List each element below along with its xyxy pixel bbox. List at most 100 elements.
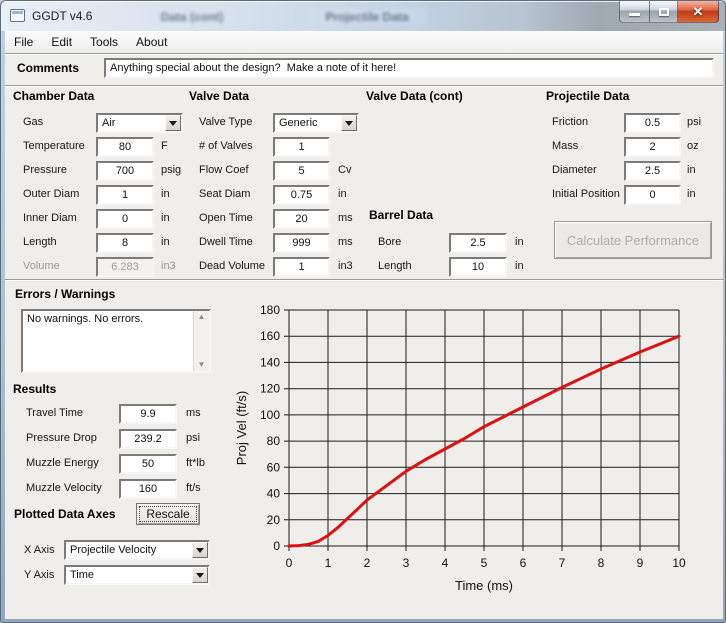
svg-text:5: 5 — [481, 556, 488, 570]
menu-file[interactable]: File — [5, 31, 42, 52]
maximize-button[interactable] — [649, 1, 678, 23]
x-axis-select[interactable]: Projectile Velocity — [64, 540, 210, 560]
scroll-down-icon[interactable]: ▼ — [198, 361, 206, 369]
rescale-button[interactable]: Rescale — [136, 503, 200, 525]
gas-label: Gas — [23, 116, 43, 128]
svg-text:80: 80 — [267, 434, 281, 448]
scrollbar[interactable]: ▲ ▼ — [193, 311, 209, 371]
dead-volume-input[interactable] — [273, 257, 330, 277]
svg-text:100: 100 — [260, 408, 280, 422]
open-time-unit: ms — [338, 212, 353, 224]
friction-input[interactable] — [624, 113, 681, 133]
friction-label: Friction — [552, 116, 588, 128]
initial-position-input[interactable] — [624, 185, 681, 205]
bore-input[interactable] — [449, 233, 507, 253]
bore-unit: in — [515, 236, 524, 248]
muzzle-energy-input[interactable] — [119, 454, 177, 474]
valve-type-combo[interactable]: Generic — [273, 113, 359, 133]
length-input[interactable] — [449, 257, 507, 277]
title-bar[interactable]: GGDT v4.6 Data (cont) Projectile Data ✕ — [1, 1, 726, 31]
scroll-up-icon[interactable]: ▲ — [198, 313, 206, 321]
pressure-input[interactable] — [96, 161, 154, 181]
dwell-time-input[interactable] — [273, 233, 330, 253]
seat-diam-input[interactable] — [273, 185, 330, 205]
travel-time-input[interactable] — [119, 404, 177, 424]
of-valves-input[interactable] — [273, 137, 330, 157]
volume-input[interactable] — [96, 257, 154, 277]
muzzle-energy-unit: ft*lb — [186, 457, 205, 469]
gas-combo[interactable]: Air — [96, 113, 183, 133]
diameter-label: Diameter — [552, 164, 597, 176]
flow-coef-label: Flow Coef — [199, 164, 249, 176]
chamber-data-header: Chamber Data — [13, 89, 94, 103]
divider — [5, 85, 723, 87]
calculate-performance-button[interactable]: Calculate Performance — [554, 221, 712, 259]
diameter-input[interactable] — [624, 161, 681, 181]
chevron-down-icon[interactable] — [192, 542, 208, 558]
x-axis-title: Time (ms) — [455, 578, 513, 593]
dead-volume-label: Dead Volume — [199, 260, 265, 272]
svg-text:6: 6 — [520, 556, 527, 570]
svg-text:9: 9 — [637, 556, 644, 570]
temperature-label: Temperature — [23, 140, 85, 152]
of-valves-label: # of Valves — [199, 140, 253, 152]
temperature-input[interactable] — [96, 137, 154, 157]
ghost-window-text: Data (cont) — [147, 8, 237, 26]
minimize-button[interactable] — [619, 1, 649, 23]
svg-text:1: 1 — [325, 556, 332, 570]
comments-label: Comments — [17, 61, 79, 75]
inner-diam-label: Inner Diam — [23, 212, 77, 224]
menu-edit[interactable]: Edit — [42, 31, 81, 52]
y-axis-label: Y Axis — [24, 569, 54, 581]
valve-data-header: Valve Data — [189, 89, 249, 103]
y-axis-value: Time — [70, 569, 94, 581]
maximize-icon — [659, 8, 669, 16]
travel-time-unit: ms — [186, 407, 201, 419]
open-time-input[interactable] — [273, 209, 330, 229]
pressure-drop-input[interactable] — [119, 429, 177, 449]
svg-text:4: 4 — [442, 556, 449, 570]
errors-warnings-text: No warnings. No errors. — [27, 313, 143, 325]
pressure-label: Pressure — [23, 164, 67, 176]
errors-warnings-textarea[interactable]: No warnings. No errors. ▲ ▼ — [21, 309, 211, 373]
svg-text:3: 3 — [403, 556, 410, 570]
seat-diam-label: Seat Diam — [199, 188, 250, 200]
muzzle-velocity-input[interactable] — [119, 479, 177, 499]
dwell-time-unit: ms — [338, 236, 353, 248]
flow-coef-input[interactable] — [273, 161, 330, 181]
app-icon — [10, 9, 25, 22]
mass-label: Mass — [552, 140, 578, 152]
pressure-unit: psig — [161, 164, 181, 176]
inner-diam-input[interactable] — [96, 209, 154, 229]
valve-type-label: Valve Type — [199, 116, 252, 128]
mass-input[interactable] — [624, 137, 681, 157]
svg-text:140: 140 — [260, 355, 280, 369]
svg-text:2: 2 — [364, 556, 371, 570]
open-time-label: Open Time — [199, 212, 253, 224]
length-input[interactable] — [96, 233, 154, 253]
close-button[interactable]: ✕ — [678, 1, 719, 23]
travel-time-label: Travel Time — [26, 407, 83, 419]
menu-about[interactable]: About — [127, 31, 176, 52]
svg-text:160: 160 — [260, 329, 280, 343]
ghost-window-text: Projectile Data — [307, 8, 427, 26]
svg-text:0: 0 — [286, 556, 293, 570]
results-header: Results — [13, 382, 56, 396]
flow-coef-unit: Cv — [338, 164, 351, 176]
length-label: Length — [23, 236, 57, 248]
menu-tools[interactable]: Tools — [81, 31, 127, 52]
comments-input[interactable] — [104, 58, 714, 78]
chevron-down-icon[interactable] — [341, 115, 357, 131]
chevron-down-icon[interactable] — [192, 567, 208, 583]
bore-label: Bore — [378, 236, 401, 248]
outer-diam-input[interactable] — [96, 185, 154, 205]
y-axis-select[interactable]: Time — [64, 565, 210, 585]
chevron-down-icon[interactable] — [165, 115, 181, 131]
plotted-data-axes-header: Plotted Data Axes — [14, 507, 116, 521]
divider — [5, 53, 723, 55]
inner-diam-unit: in — [161, 212, 170, 224]
barrel-data-header: Barrel Data — [369, 208, 433, 222]
svg-text:8: 8 — [598, 556, 605, 570]
friction-unit: psi — [687, 116, 701, 128]
minimize-icon — [629, 13, 640, 16]
